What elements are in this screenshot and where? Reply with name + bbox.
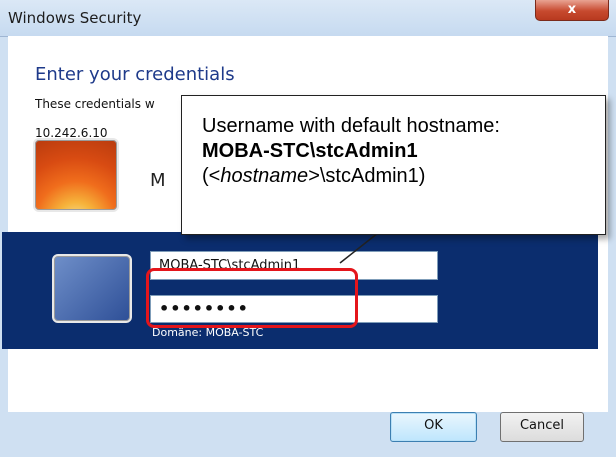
annotation-callout: Username with default hostname: MOBA-STC…	[181, 95, 606, 235]
dialog-subtext: These credentials w	[35, 97, 155, 111]
username-highlight-box	[146, 268, 358, 328]
callout-line-3: (<hostname>\stcAdmin1)	[202, 164, 587, 189]
close-button[interactable]: x	[535, 0, 609, 21]
callout-open: (<	[202, 165, 221, 187]
user-tile-name[interactable]: M	[150, 170, 166, 191]
callout-close: >\stcAdmin1)	[308, 165, 426, 187]
cancel-button[interactable]: Cancel	[500, 412, 584, 442]
windows-security-dialog: Windows Security x Enter your credential…	[0, 0, 616, 457]
callout-line-1: Username with default hostname:	[202, 115, 500, 137]
user-tile-avatar-flower[interactable]	[33, 138, 119, 212]
selected-user-avatar	[52, 254, 132, 323]
dialog-heading: Enter your credentials	[35, 64, 235, 85]
ok-button[interactable]: OK	[390, 412, 477, 442]
callout-hostname: hostname	[220, 165, 309, 187]
callout-line-2: MOBA-STC\stcAdmin1	[202, 140, 418, 162]
window-title: Windows Security	[8, 9, 142, 27]
title-bar: Windows Security x	[0, 0, 616, 37]
